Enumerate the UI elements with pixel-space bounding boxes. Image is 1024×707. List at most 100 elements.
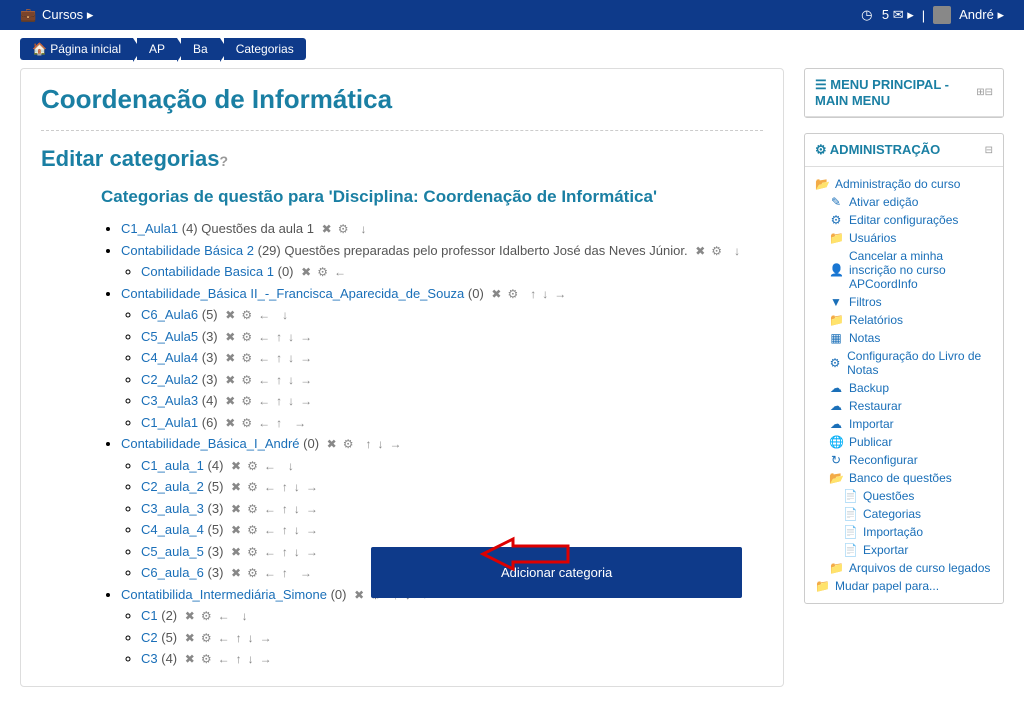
up-icon[interactable]: ↑ (282, 564, 288, 582)
x-icon[interactable]: ✖ (231, 478, 241, 496)
x-icon[interactable]: ✖ (231, 457, 241, 475)
right-icon[interactable]: → (554, 285, 566, 303)
up-icon[interactable]: ↑ (236, 629, 242, 647)
expand-icon[interactable]: ⊞ (976, 87, 984, 98)
left-icon[interactable]: ← (258, 392, 270, 410)
admin-link-banco-de-quest-es[interactable]: 📂Banco de questões (829, 471, 993, 485)
admin-link-categorias[interactable]: 📄Categorias (843, 507, 993, 521)
category-link[interactable]: C5_aula_5 (141, 544, 204, 559)
up-icon[interactable]: ↑ (276, 371, 282, 389)
gear-icon[interactable]: ⚙ (241, 392, 252, 410)
category-link[interactable]: C4_Aula4 (141, 350, 198, 365)
up-icon[interactable]: ↑ (276, 392, 282, 410)
admin-link-editar-configura-es[interactable]: ⚙Editar configurações (829, 213, 993, 227)
down-icon[interactable]: ↓ (294, 500, 300, 518)
right-icon[interactable]: → (300, 349, 312, 367)
x-icon[interactable]: ✖ (185, 629, 195, 647)
category-link[interactable]: Contabilidade Basica 1 (141, 264, 274, 279)
down-icon[interactable]: ↓ (377, 435, 383, 453)
gear-icon[interactable]: ⚙ (247, 521, 258, 539)
category-link[interactable]: C3 (141, 651, 158, 666)
left-icon[interactable]: ← (258, 328, 270, 346)
gear-icon[interactable]: ⚙ (247, 500, 258, 518)
gear-icon[interactable]: ⚙ (247, 478, 258, 496)
up-icon[interactable]: ↑ (276, 349, 282, 367)
category-link[interactable]: C5_Aula5 (141, 329, 198, 344)
right-icon[interactable]: → (389, 435, 401, 453)
gear-icon[interactable]: ⚙ (317, 263, 328, 281)
admin-link-arquivos-de-curso-legados[interactable]: 📁Arquivos de curso legados (829, 561, 993, 575)
admin-link-relat-rios[interactable]: 📁Relatórios (829, 313, 993, 327)
left-icon[interactable]: ← (264, 457, 276, 475)
down-icon[interactable]: ↓ (288, 328, 294, 346)
admin-link-backup[interactable]: ☁Backup (829, 381, 993, 395)
gear-icon[interactable]: ⚙ (201, 607, 212, 625)
messages-link[interactable]: 5 ✉ ▸ (882, 7, 914, 23)
up-icon[interactable]: ↑ (365, 435, 371, 453)
x-icon[interactable]: ✖ (322, 220, 332, 238)
up-icon[interactable]: ↑ (530, 285, 536, 303)
category-link[interactable]: C2_Aula2 (141, 372, 198, 387)
down-icon[interactable]: ↓ (542, 285, 548, 303)
x-icon[interactable]: ✖ (354, 586, 364, 604)
down-icon[interactable]: ↓ (242, 607, 248, 625)
x-icon[interactable]: ✖ (231, 521, 241, 539)
left-icon[interactable]: ← (258, 414, 270, 432)
gear-icon[interactable]: ⚙ (338, 220, 349, 238)
x-icon[interactable]: ✖ (225, 328, 235, 346)
admin-link-importar[interactable]: ☁Importar (829, 417, 993, 431)
admin-link-quest-es[interactable]: 📄Questões (843, 489, 993, 503)
x-icon[interactable]: ✖ (225, 414, 235, 432)
left-icon[interactable]: ← (258, 306, 270, 324)
down-icon[interactable]: ↓ (288, 392, 294, 410)
down-icon[interactable]: ↓ (248, 650, 254, 668)
admin-link-notas[interactable]: ▦Notas (829, 331, 993, 345)
right-icon[interactable]: → (306, 478, 318, 496)
left-icon[interactable]: ← (264, 564, 276, 582)
right-icon[interactable]: → (300, 392, 312, 410)
collapse-icon[interactable]: ⊟ (985, 145, 993, 156)
gear-icon[interactable]: ⚙ (241, 371, 252, 389)
up-icon[interactable]: ↑ (282, 478, 288, 496)
category-link[interactable]: C1 (141, 608, 158, 623)
left-icon[interactable]: ← (218, 629, 230, 647)
x-icon[interactable]: ✖ (225, 349, 235, 367)
category-link[interactable]: C1_aula_1 (141, 458, 204, 473)
admin-link-mudar-papel-para-[interactable]: 📁Mudar papel para... (815, 579, 993, 593)
gear-icon[interactable]: ⚙ (201, 650, 212, 668)
x-icon[interactable]: ✖ (695, 242, 705, 260)
breadcrumb-home[interactable]: 🏠 Página inicial (20, 38, 133, 60)
left-icon[interactable]: ← (258, 371, 270, 389)
gear-icon[interactable]: ⚙ (507, 285, 518, 303)
right-icon[interactable]: → (306, 521, 318, 539)
x-icon[interactable]: ✖ (231, 500, 241, 518)
gear-icon[interactable]: ⚙ (201, 629, 212, 647)
up-icon[interactable]: ↑ (276, 328, 282, 346)
gear-icon[interactable]: ⚙ (247, 457, 258, 475)
block-controls[interactable]: ⊟ (985, 145, 993, 156)
right-icon[interactable]: → (260, 629, 272, 647)
right-icon[interactable]: → (306, 500, 318, 518)
x-icon[interactable]: ✖ (225, 392, 235, 410)
left-icon[interactable]: ← (258, 349, 270, 367)
x-icon[interactable]: ✖ (327, 435, 337, 453)
courses-menu[interactable]: Cursos ▸ (42, 7, 93, 23)
down-icon[interactable]: ↓ (288, 349, 294, 367)
category-link[interactable]: Contabilidade Básica 2 (121, 243, 254, 258)
left-icon[interactable]: ← (264, 521, 276, 539)
down-icon[interactable]: ↓ (288, 457, 294, 475)
admin-link-importa-o[interactable]: 📄Importação (843, 525, 993, 539)
right-icon[interactable]: → (260, 650, 272, 668)
up-icon[interactable]: ↑ (282, 521, 288, 539)
down-icon[interactable]: ↓ (294, 478, 300, 496)
left-icon[interactable]: ← (264, 478, 276, 496)
down-icon[interactable]: ↓ (734, 242, 740, 260)
right-icon[interactable]: → (300, 328, 312, 346)
gear-icon[interactable]: ⚙ (241, 306, 252, 324)
down-icon[interactable]: ↓ (282, 306, 288, 324)
left-icon[interactable]: ← (334, 263, 346, 281)
gear-icon[interactable]: ⚙ (241, 328, 252, 346)
category-link[interactable]: Contabilidade_Básica_I_André (121, 436, 300, 451)
category-link[interactable]: Contabilidade_Básica II_-_Francisca_Apar… (121, 286, 464, 301)
admin-link-restaurar[interactable]: ☁Restaurar (829, 399, 993, 413)
